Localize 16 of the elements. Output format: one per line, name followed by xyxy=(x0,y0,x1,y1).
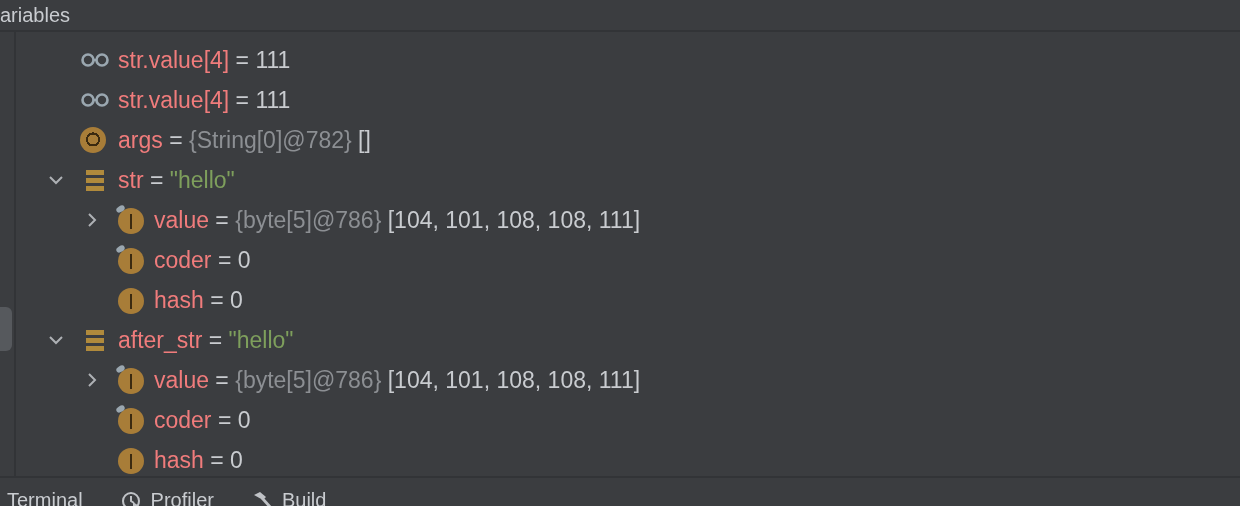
variable-text: value = {byte[5]@786} [104, 101, 108, 108, 111] xyxy=(154,366,641,394)
variable-text: after_str = "hello" xyxy=(118,326,294,354)
variable-text: args = {String[0]@782} [] xyxy=(118,126,371,154)
profiler-icon xyxy=(120,489,143,506)
variable-text: coder = 0 xyxy=(154,246,251,274)
variable-text: hash = 0 xyxy=(154,446,243,474)
parameter-icon xyxy=(80,127,106,153)
variable-text: hash = 0 xyxy=(154,286,243,314)
panel-title: ariables xyxy=(0,3,71,27)
variable-text: coder = 0 xyxy=(154,406,251,434)
glasses-icon xyxy=(80,90,110,110)
variable-text: value = {byte[5]@786} [104, 101, 108, 108, 111] xyxy=(154,206,641,234)
variable-text: str.value[4] = 111 xyxy=(118,46,291,74)
variable-text: str.value[4] = 111 xyxy=(118,86,291,114)
glasses-icon xyxy=(80,50,110,70)
variable-text: str = "hello" xyxy=(118,166,235,194)
